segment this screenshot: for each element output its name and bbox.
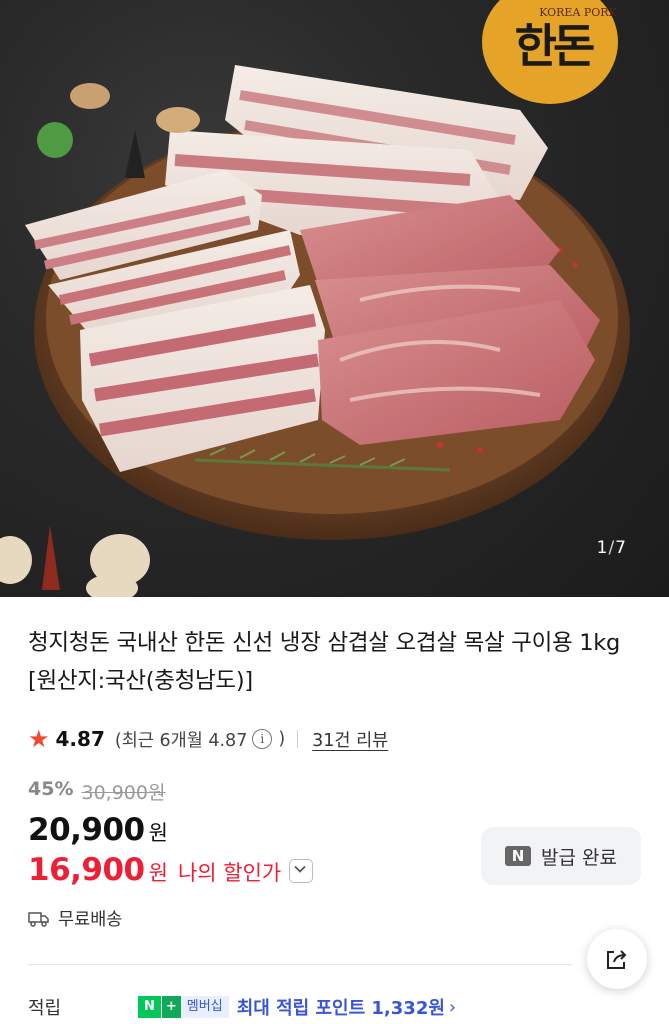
image-counter-total: 7	[615, 538, 627, 558]
rating-value: 4.87	[55, 727, 105, 751]
info-icon[interactable]: i	[252, 729, 273, 749]
points-row[interactable]: 적립 N + 멤버십 최대 적립 포인트 1,332원 ›	[28, 994, 456, 1020]
product-title: 청지청돈 국내산 한돈 신선 냉장 삼겹살 오겹살 목살 구이용 1kg [원산…	[28, 630, 620, 694]
section-divider	[28, 964, 572, 965]
truck-icon	[28, 911, 49, 927]
shipping-info: 무료배송	[28, 906, 122, 931]
share-icon	[607, 950, 627, 969]
points-label: 적립	[28, 998, 62, 1019]
image-counter: 1/7	[597, 538, 627, 558]
logo-subtitle: KOREA PORK	[539, 6, 617, 19]
divider	[297, 730, 299, 748]
price-row: 20,900 원	[28, 812, 168, 848]
review-link[interactable]: 31건 리뷰	[312, 727, 388, 752]
membership-badge: 멤버십	[180, 996, 229, 1018]
max-points-text: 최대 적립 포인트 1,332원	[236, 998, 445, 1019]
shipping-label: 무료배송	[58, 910, 123, 930]
original-price: 30,900원	[81, 782, 166, 804]
discount-row: 45% 30,900원	[28, 778, 165, 805]
sale-price: 20,900	[28, 812, 145, 848]
image-counter-current: 1	[596, 538, 609, 558]
naver-n-badge: N	[138, 996, 161, 1018]
discount-rate: 45%	[28, 778, 74, 800]
plus-badge: +	[160, 996, 181, 1018]
logo-hangul: 한돈	[514, 19, 596, 73]
chevron-right-icon: ›	[448, 996, 457, 1018]
chevron-down-icon	[294, 865, 306, 873]
pork-board-illustration	[0, 0, 630, 597]
naver-plus-membership-badge: N + 멤버십	[138, 996, 229, 1018]
recent-rating-prefix: (최근 6개월 4.87	[114, 730, 248, 751]
my-discount-label: 나의 할인가	[177, 861, 282, 885]
expand-price-button[interactable]	[289, 859, 314, 883]
product-image[interactable]: KOREA PORK 한돈 1/7	[0, 0, 669, 597]
rating-row: ★ 4.87 (최근 6개월 4.87 i ) 31건 리뷰	[28, 724, 388, 754]
my-price-row: 16,900 원 나의 할인가	[28, 852, 314, 888]
image-counter-separator: /	[608, 538, 616, 558]
sale-price-unit: 원	[148, 821, 168, 845]
star-icon: ★	[28, 725, 50, 753]
share-button[interactable]	[587, 929, 647, 989]
coupon-issued-button[interactable]: N 발급 완료	[481, 827, 641, 885]
my-discount-price-unit: 원	[148, 861, 168, 885]
recent-rating: (최근 6개월 4.87 i )	[115, 727, 285, 752]
recent-rating-suffix: )	[278, 729, 286, 749]
coupon-label: 발급 완료	[541, 846, 617, 869]
naver-n-icon: N	[505, 846, 532, 866]
my-discount-price: 16,900	[28, 852, 145, 888]
